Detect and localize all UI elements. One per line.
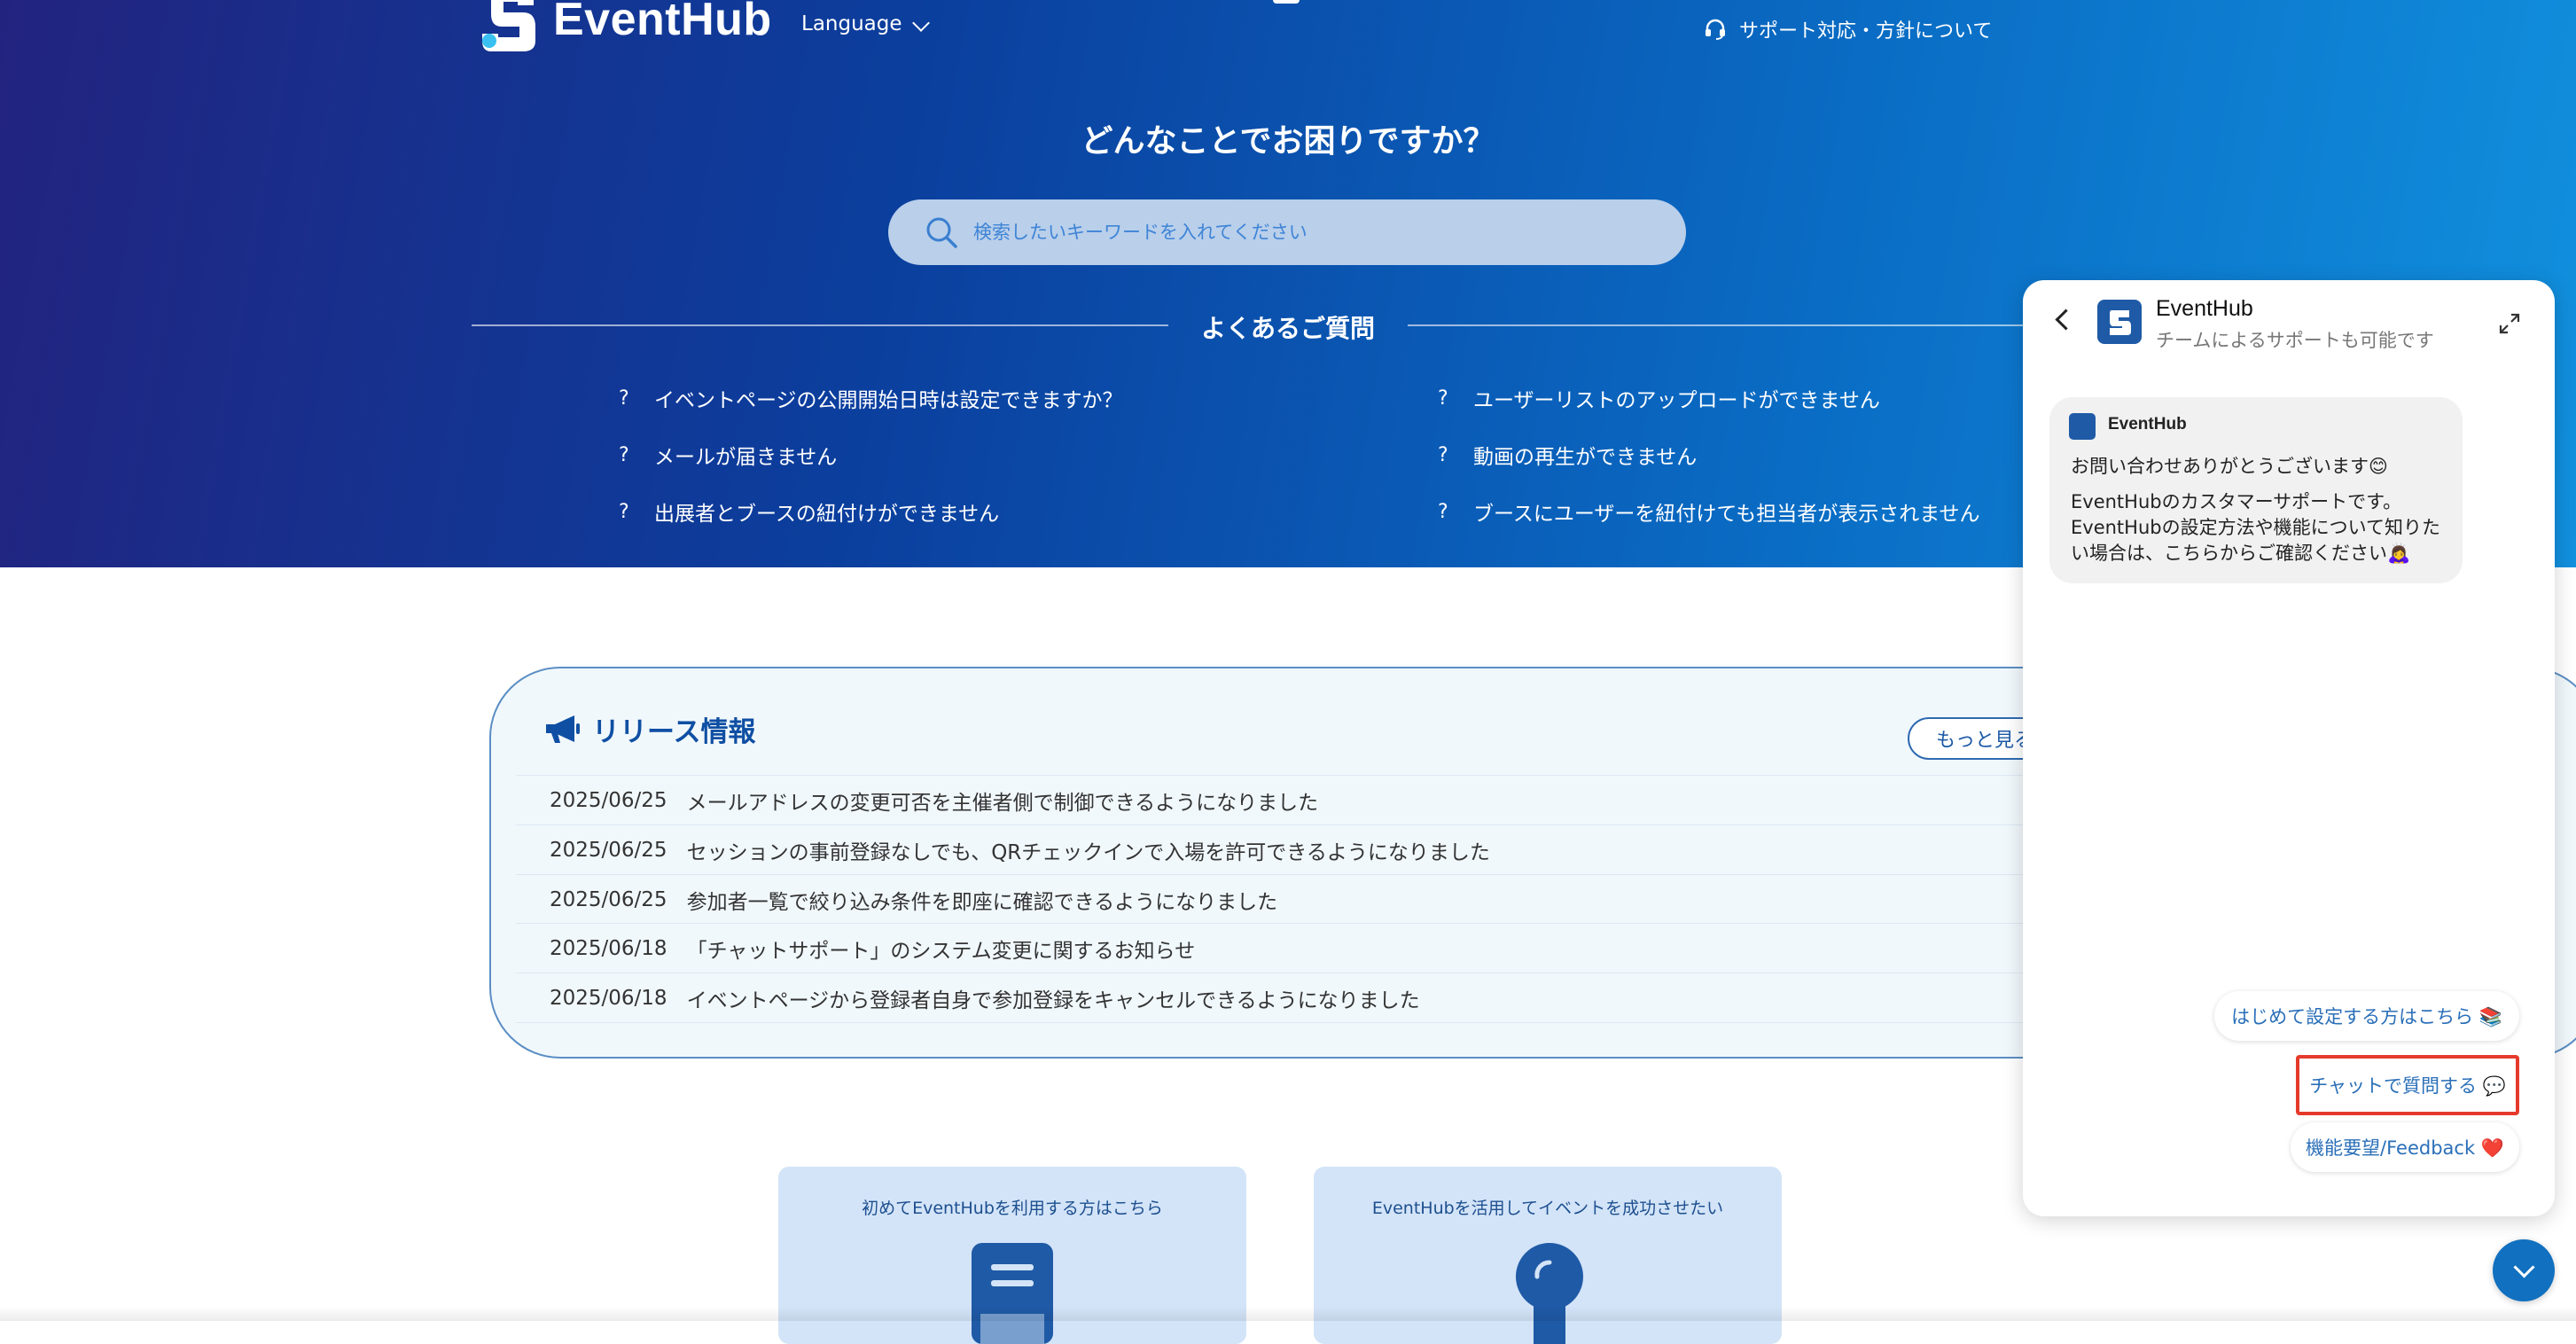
release-text: イベントページから登録者自身で参加登録をキャンセルできるようになりました [686,988,1420,1012]
faq-item-label: 出展者とブースの紐付けができません [654,503,1000,526]
faq-title: よくあるご質問 [1200,314,1375,343]
release-date: 2025/06/18 [550,936,667,960]
chat-widget: EventHub チームによるサポートも可能です EventHub お問い合わせ… [2023,280,2555,1216]
message-sender: EventHub [2108,415,2187,434]
sender-avatar [2069,413,2096,440]
release-date: 2025/06/18 [550,986,667,1010]
book-icon [972,1243,1053,1344]
chevron-down-icon [2512,1255,2535,1278]
brand-name: EventHub [553,0,772,45]
quick-reply-setup-guide[interactable]: はじめて設定する方はこちら 📚 [2214,991,2519,1041]
hero-title: どんなことでお困りですか？ [1081,123,1495,160]
faq-item[interactable]: ? ブースにユーザーを紐付けても担当者が表示されません [1438,496,1980,527]
message-greeting: お問い合わせありがとうございます😊 [2071,456,2388,477]
language-label: Language [801,12,902,35]
support-policy-link[interactable]: サポート対応・方針について [1704,15,1992,43]
card-label: EventHubを活用してイベントを成功させたい [1371,1199,1724,1218]
faq-item[interactable]: ? イベントページの公開開始日時は設定できますか？ [619,383,1123,413]
bottom-shade [0,1307,2576,1321]
question-mark-icon: ? [619,443,629,466]
question-mark-icon: ? [619,387,629,410]
release-row[interactable]: 2025/06/18 「チャットサポート」のシステム変更に関するお知らせ [516,923,2023,973]
release-text: 参加者一覧で絞り込み条件を即座に確認できるようになりました [686,890,1278,914]
chat-message-bubble: EventHub お問い合わせありがとうございます😊 EventHubのカスタマ… [2049,397,2463,583]
eventhub-logo-icon [479,0,541,53]
faq-divider-left [472,324,1168,326]
support-label: サポート対応・方針について [1739,20,1993,43]
search-icon [926,217,957,248]
message-body: EventHubのカスタマーサポートです。EventHubの設定方法や機能につい… [2071,491,2440,564]
release-row[interactable]: 2025/06/18 イベントページから登録者自身で参加登録をキャンセルできるよ… [516,973,2023,1023]
chat-subtitle: チームによるサポートも可能です [2156,330,2434,351]
faq-item[interactable]: ? 動画の再生ができません [1438,440,1697,470]
card-label: 初めてEventHubを利用する方はこちら [862,1199,1163,1218]
release-heading: リリース情報 [543,709,755,749]
chat-title: EventHub [2156,296,2253,321]
faq-item-label: 動画の再生ができません [1473,446,1698,469]
release-date: 2025/06/25 [550,788,667,812]
release-text: 「チャットサポート」のシステム変更に関するお知らせ [686,939,1196,963]
nav-center-icon[interactable] [1273,0,1300,4]
release-row[interactable]: 2025/06/25 参加者一覧で絞り込み条件を即座に確認できるようになりました [516,874,2023,924]
question-mark-icon: ? [619,500,629,523]
megaphone-icon [546,715,580,743]
expand-icon[interactable] [2498,312,2521,335]
language-selector[interactable]: Language [801,12,930,35]
quick-reply-chat-question[interactable]: チャットで質問する 💬 [2296,1055,2519,1115]
faq-item-label: ユーザーリストのアップロードができません [1473,389,1880,412]
faq-item-label: イベントページの公開開始日時は設定できますか？ [654,389,1123,412]
release-title: リリース情報 [592,716,756,748]
faq-item-label: メールが届きません [654,446,838,469]
faq-item[interactable]: ? メールが届きません [619,440,837,470]
question-mark-icon: ? [1438,443,1448,466]
lightbulb-icon [1516,1243,1583,1344]
faq-divider-right [1408,324,2104,326]
release-date: 2025/06/25 [550,838,667,862]
faq-item[interactable]: ? 出展者とブースの紐付けができません [619,496,999,527]
chevron-down-icon [911,14,930,32]
chat-launcher-button[interactable] [2493,1239,2555,1301]
release-date: 2025/06/25 [550,887,667,911]
search-input[interactable] [972,221,1649,244]
eventhub-logo-icon [2110,310,2131,335]
release-text: メールアドレスの変更可否を主催者側で制御できるようになりました [686,791,1319,815]
chat-avatar [2097,300,2142,344]
faq-item[interactable]: ? ユーザーリストのアップロードができません [1438,383,1880,413]
release-row[interactable]: 2025/06/25 セッションの事前登録なしでも、QRチェックインで入場を許可… [516,824,2023,874]
release-text: セッションの事前登録なしでも、QRチェックインで入場を許可できるようになりました [686,840,1490,864]
brand-logo[interactable]: EventHub [479,0,772,53]
quick-reply-feedback[interactable]: 機能要望/Feedback ❤️ [2291,1122,2519,1172]
back-arrow-icon[interactable] [2055,309,2077,331]
release-row[interactable]: 2025/06/25 メールアドレスの変更可否を主催者側で制御できるようになりま… [516,775,2023,824]
headset-icon [1706,19,1725,40]
search-bar[interactable] [888,199,1686,265]
faq-item-label: ブースにユーザーを紐付けても担当者が表示されません [1473,503,1980,526]
question-mark-icon: ? [1438,500,1448,523]
question-mark-icon: ? [1438,387,1448,410]
